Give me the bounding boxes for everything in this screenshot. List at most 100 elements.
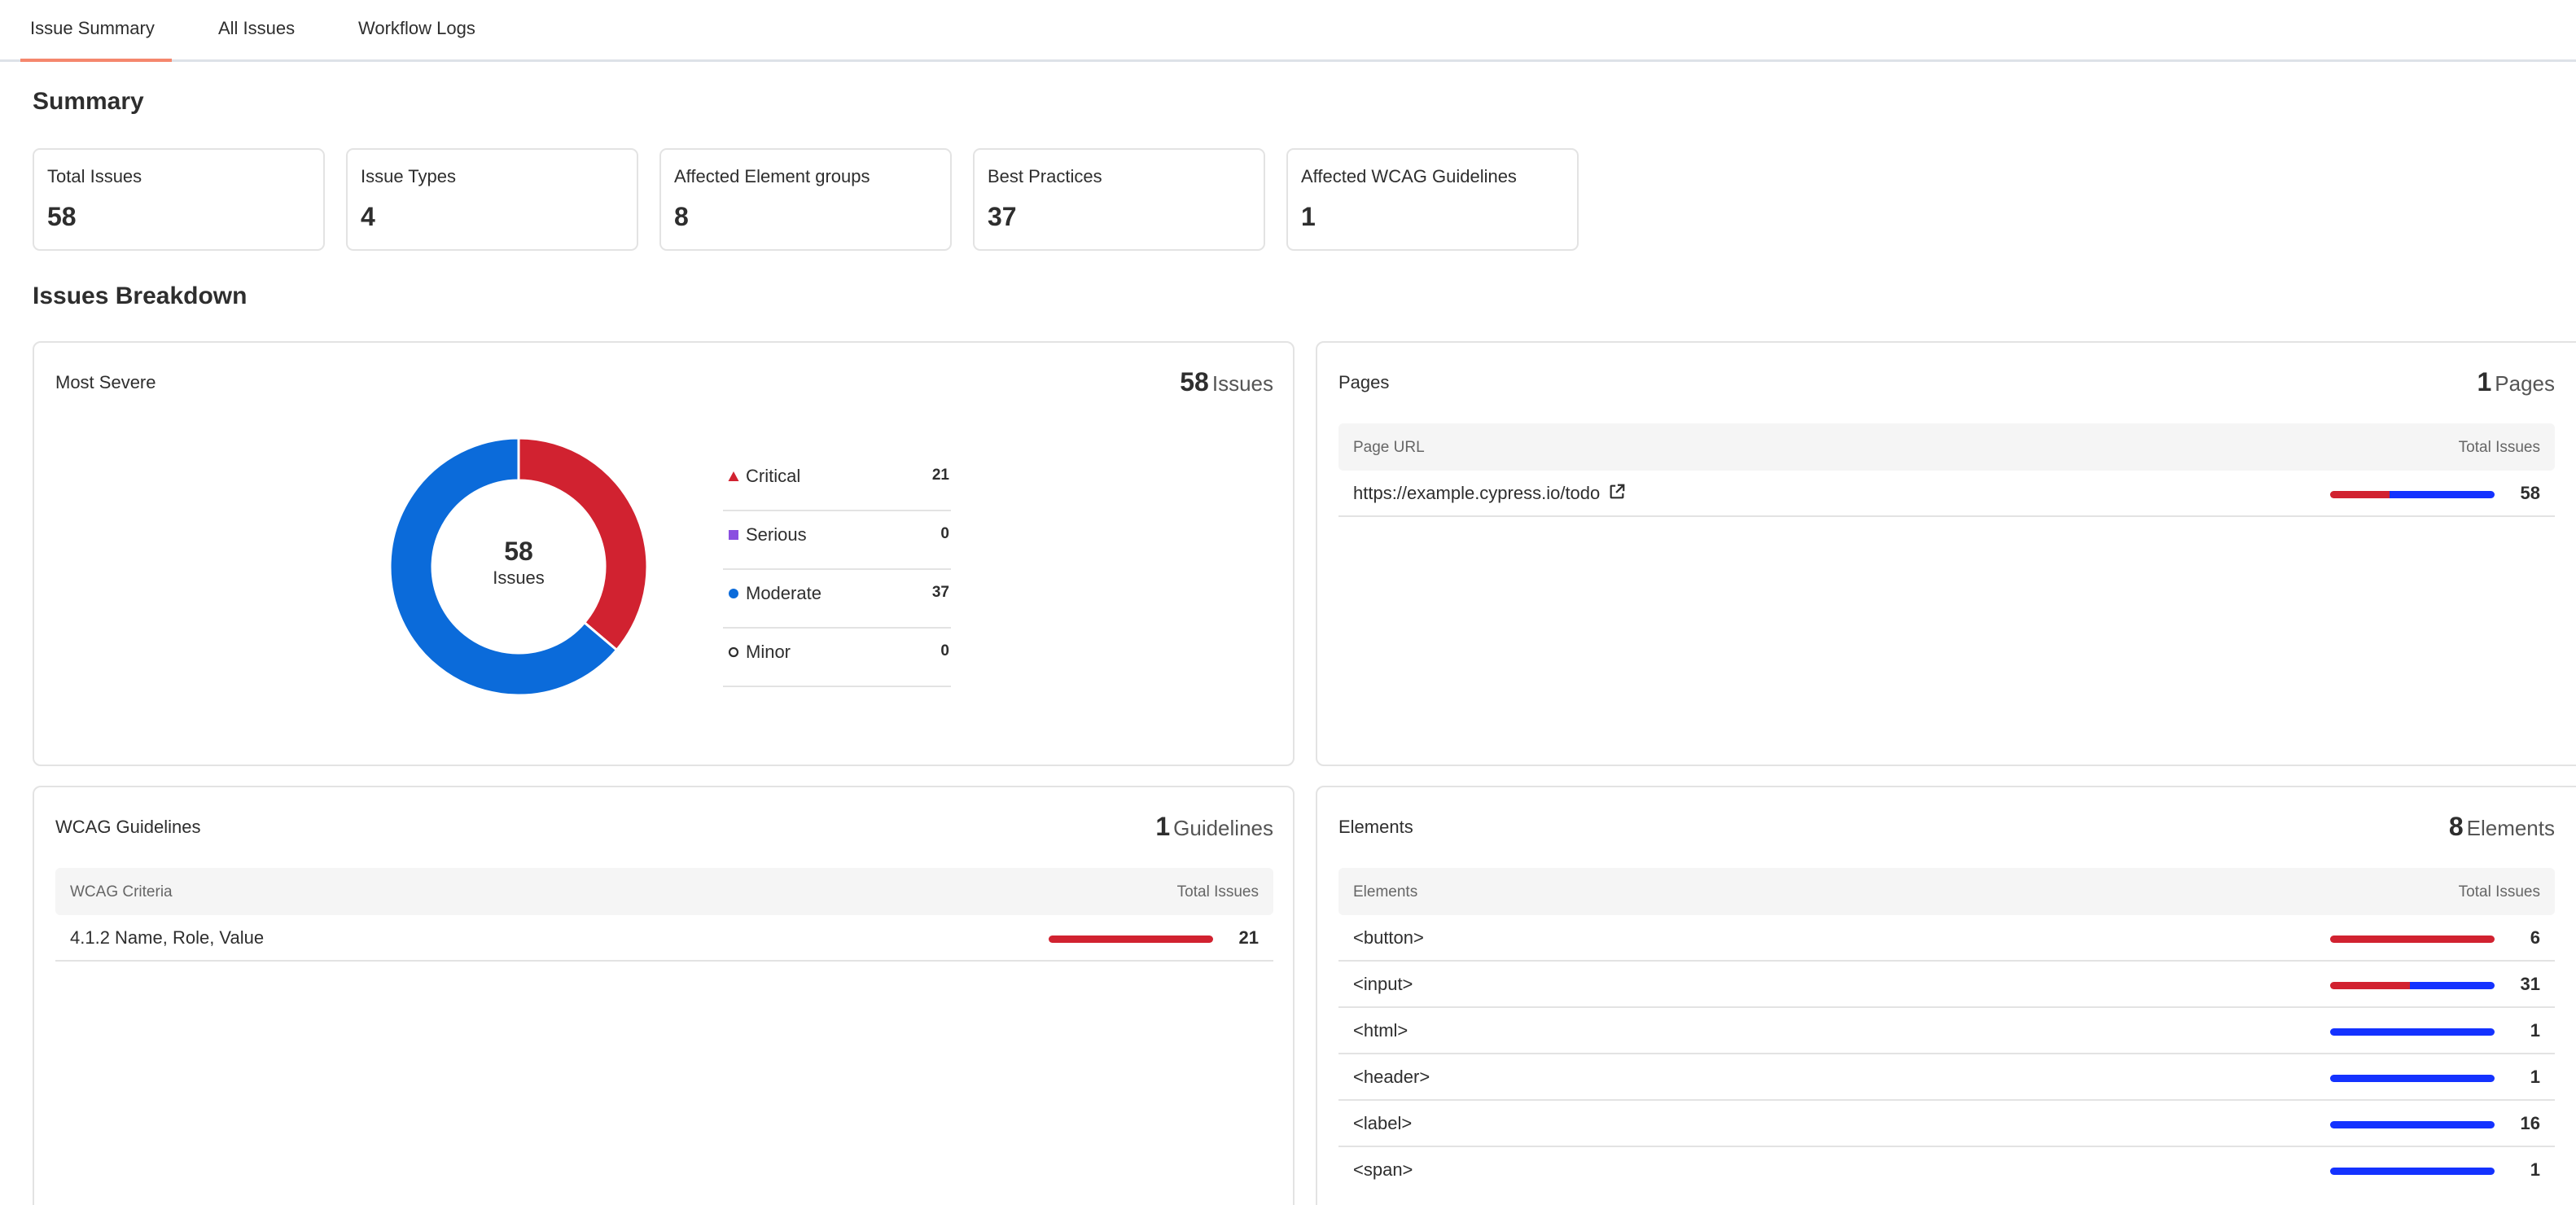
panel-title: Elements bbox=[1338, 817, 1413, 837]
pages-table: Page URL Total Issues https://example.cy… bbox=[1338, 423, 2555, 517]
row-total: 1 bbox=[2530, 1159, 2540, 1180]
card-label: Issue Types bbox=[361, 166, 456, 186]
row-total: 21 bbox=[1238, 927, 1259, 948]
element-name[interactable]: <label> bbox=[1353, 1113, 1412, 1134]
circle-icon bbox=[729, 589, 738, 598]
elements-table: Elements Total Issues <button> 6 <input>… bbox=[1338, 868, 2555, 1194]
legend-label: Moderate bbox=[746, 583, 821, 603]
issue-distribution-bar bbox=[2330, 982, 2495, 989]
legend-item-serious[interactable]: Serious 0 bbox=[723, 511, 951, 570]
most-severe-panel: Most Severe 58 Issues 58 Issues Critical … bbox=[33, 341, 1295, 766]
external-link-icon[interactable] bbox=[1608, 483, 1626, 501]
count-number: 1 bbox=[1155, 812, 1171, 841]
element-name[interactable]: <button> bbox=[1353, 927, 1424, 949]
panel-title: Pages bbox=[1338, 372, 1390, 392]
column-header-page-url[interactable]: Page URL bbox=[1353, 439, 1425, 457]
count-number: 58 bbox=[1180, 367, 1209, 397]
issue-distribution-bar bbox=[1049, 936, 1213, 943]
row-total: 16 bbox=[2520, 1113, 2540, 1133]
table-row[interactable]: <header> 1 bbox=[1338, 1054, 2555, 1101]
table-row[interactable]: <label> 16 bbox=[1338, 1101, 2555, 1147]
card-value: 58 bbox=[47, 202, 77, 231]
card-value: 37 bbox=[988, 202, 1017, 231]
legend-value: 21 bbox=[931, 467, 949, 484]
issue-distribution-bar bbox=[2330, 936, 2495, 943]
card-label: Best Practices bbox=[988, 166, 1102, 186]
element-name[interactable]: <header> bbox=[1353, 1067, 1430, 1088]
summary-card-affected-wcag-guidelines: Affected WCAG Guidelines 1 bbox=[1286, 148, 1579, 251]
element-name[interactable]: <html> bbox=[1353, 1020, 1408, 1041]
wcag-guidelines-panel: WCAG Guidelines 1 Guidelines WCAG Criteri… bbox=[33, 786, 1295, 1205]
elements-panel: Elements 8 Elements Elements Total Issues… bbox=[1316, 786, 2576, 1205]
legend-item-critical[interactable]: Critical 21 bbox=[723, 453, 951, 511]
tab-issue-summary[interactable]: Issue Summary bbox=[30, 18, 155, 39]
page-url-link[interactable]: https://example.cypress.io/todo bbox=[1353, 483, 1626, 504]
panel-count: 1 Pages bbox=[2477, 367, 2555, 397]
bar-segment-moderate bbox=[2330, 1121, 2495, 1128]
table-header: Elements Total Issues bbox=[1338, 868, 2555, 915]
bar-segment-moderate bbox=[2409, 982, 2495, 989]
legend-label: Critical bbox=[746, 466, 801, 486]
table-row[interactable]: 4.1.2 Name, Role, Value 21 bbox=[55, 915, 1273, 962]
card-label: Affected WCAG Guidelines bbox=[1301, 166, 1517, 186]
tab-workflow-logs[interactable]: Workflow Logs bbox=[358, 18, 475, 39]
table-row[interactable]: <html> 1 bbox=[1338, 1008, 2555, 1054]
tab-all-issues[interactable]: All Issues bbox=[218, 18, 295, 39]
card-label: Total Issues bbox=[47, 166, 142, 186]
table-row[interactable]: <input> 31 bbox=[1338, 962, 2555, 1008]
card-value: 4 bbox=[361, 202, 375, 231]
legend-label: Minor bbox=[746, 642, 791, 662]
bar-segment-critical bbox=[2330, 491, 2390, 498]
summary-card-total-issues: Total Issues 58 bbox=[33, 148, 325, 251]
column-header-total-issues[interactable]: Total Issues bbox=[2459, 439, 2540, 457]
table-row[interactable]: https://example.cypress.io/todo 58 bbox=[1338, 471, 2555, 517]
page-url-text[interactable]: https://example.cypress.io/todo bbox=[1353, 483, 1600, 503]
column-header-elements[interactable]: Elements bbox=[1353, 883, 1417, 901]
donut-svg bbox=[388, 436, 649, 697]
issue-distribution-bar bbox=[2330, 1168, 2495, 1175]
legend-item-minor[interactable]: Minor 0 bbox=[723, 629, 951, 687]
table-row[interactable]: <span> 1 bbox=[1338, 1147, 2555, 1194]
card-value: 1 bbox=[1301, 202, 1316, 231]
count-number: 8 bbox=[2448, 812, 2464, 841]
issues-breakdown-heading: Issues Breakdown bbox=[33, 283, 248, 309]
panel-title: WCAG Guidelines bbox=[55, 817, 201, 837]
bar-segment-critical bbox=[2330, 982, 2410, 989]
panel-count: 58 Issues bbox=[1180, 367, 1273, 397]
wcag-criterion[interactable]: 4.1.2 Name, Role, Value bbox=[70, 927, 264, 949]
panel-title: Most Severe bbox=[55, 372, 156, 392]
summary-heading: Summary bbox=[33, 88, 144, 115]
severity-legend: Critical 21 Serious 0 Moderate 37 Minor … bbox=[723, 453, 951, 687]
active-tab-indicator bbox=[20, 59, 172, 62]
table-header: WCAG Criteria Total Issues bbox=[55, 868, 1273, 915]
bar-segment-moderate bbox=[2390, 491, 2495, 498]
element-name[interactable]: <span> bbox=[1353, 1159, 1413, 1181]
issue-distribution-bar bbox=[2330, 491, 2495, 498]
row-total: 1 bbox=[2530, 1020, 2540, 1041]
bar-segment-moderate bbox=[2330, 1075, 2495, 1082]
count-unit: Pages bbox=[2495, 371, 2555, 396]
square-icon bbox=[729, 530, 738, 540]
summary-card-affected-element-groups: Affected Element groups 8 bbox=[659, 148, 952, 251]
count-number: 1 bbox=[2477, 367, 2492, 397]
triangle-icon bbox=[728, 471, 739, 481]
card-value: 8 bbox=[674, 202, 689, 231]
legend-value: 0 bbox=[940, 525, 949, 542]
summary-card-best-practices: Best Practices 37 bbox=[973, 148, 1265, 251]
legend-item-moderate[interactable]: Moderate 37 bbox=[723, 570, 951, 629]
column-header-total-issues[interactable]: Total Issues bbox=[2459, 883, 2540, 901]
bar-segment-critical bbox=[1049, 936, 1213, 943]
legend-value: 37 bbox=[931, 584, 949, 601]
panel-count: 8 Elements bbox=[2449, 812, 2555, 842]
issue-distribution-bar bbox=[2330, 1121, 2495, 1128]
column-header-wcag-criteria[interactable]: WCAG Criteria bbox=[70, 883, 173, 901]
summary-card-issue-types: Issue Types 4 bbox=[346, 148, 638, 251]
element-name[interactable]: <input> bbox=[1353, 974, 1413, 995]
legend-value: 0 bbox=[940, 642, 949, 659]
column-header-total-issues[interactable]: Total Issues bbox=[1177, 883, 1259, 901]
wcag-table: WCAG Criteria Total Issues 4.1.2 Name, R… bbox=[55, 868, 1273, 962]
table-row[interactable]: <button> 6 bbox=[1338, 915, 2555, 962]
legend-label: Serious bbox=[746, 524, 807, 545]
tab-bar: Issue Summary All Issues Workflow Logs bbox=[0, 0, 2576, 62]
count-unit: Elements bbox=[2466, 816, 2555, 840]
